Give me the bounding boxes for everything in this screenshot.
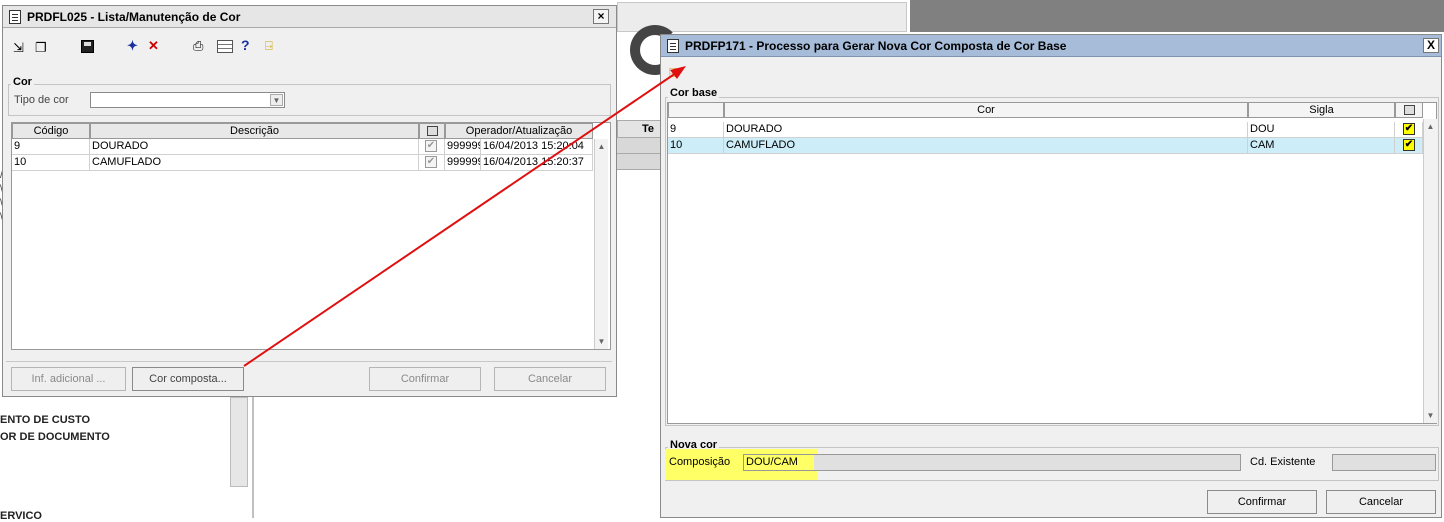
cell-codigo[interactable]: 10 — [12, 155, 90, 171]
cd-existente-label: Cd. Existente — [1250, 456, 1316, 468]
add-icon[interactable]: ✦ — [127, 39, 138, 53]
document-icon — [9, 10, 21, 24]
column-header-check[interactable] — [419, 123, 445, 139]
help-icon[interactable]: ? — [241, 38, 250, 52]
column-header-cor[interactable]: Cor — [724, 102, 1248, 118]
cell-descricao[interactable]: CAMUFLADO — [90, 155, 419, 171]
composicao-input[interactable]: DOU/CAM — [743, 454, 1241, 471]
confirmar-button[interactable]: Confirmar — [1207, 490, 1317, 514]
tipo-de-cor-label: Tipo de cor — [14, 94, 69, 106]
close-button[interactable]: × — [593, 9, 609, 24]
window-title: PRDFP171 - Processo para Gerar Nova Cor … — [685, 39, 1067, 53]
cell-codigo[interactable]: 9 — [668, 122, 724, 138]
grid-icon[interactable] — [217, 40, 233, 53]
tipo-de-cor-select[interactable]: ▼ — [90, 92, 285, 108]
document-icon — [667, 39, 679, 53]
cell-operador[interactable]: 999999 — [445, 139, 481, 155]
scroll-up-icon[interactable]: ▲ — [596, 141, 607, 152]
cancelar-button[interactable]: Cancelar — [494, 367, 606, 391]
grid-scrollbar[interactable]: ▲ ▼ — [1423, 119, 1437, 423]
column-header-descricao[interactable]: Descrição — [90, 123, 419, 139]
door-icon[interactable]: ⍈ — [669, 66, 677, 80]
background-list-item: ENTO DE CUSTO — [0, 414, 91, 426]
exit-icon[interactable]: ⇲ — [13, 41, 24, 55]
background-column-header: Te — [617, 120, 662, 138]
background-left-list: ENTO DE CUSTO OR DE DOCUMENTO ERVICO — [0, 397, 255, 522]
cell-sigla[interactable]: DOU — [1248, 122, 1395, 138]
column-header-codigo[interactable] — [668, 102, 724, 118]
checkbox-header-icon — [1404, 105, 1415, 115]
window-titlebar: PRDFP171 - Processo para Gerar Nova Cor … — [661, 35, 1441, 57]
cell-check[interactable]: ✔ — [1395, 138, 1423, 154]
cell-operador[interactable]: 999999 — [445, 155, 481, 171]
column-header-check[interactable] — [1395, 102, 1423, 118]
door-icon[interactable]: ⍈ — [265, 39, 273, 53]
row-checkbox[interactable]: ✔ — [425, 156, 437, 168]
separator — [6, 361, 612, 362]
confirmar-button[interactable]: Confirmar — [369, 367, 481, 391]
background-scrollbar — [230, 397, 248, 487]
cell-data[interactable]: 16/04/2013 15:20:04 — [481, 139, 593, 155]
cancelar-button[interactable]: Cancelar — [1326, 490, 1436, 514]
cor-base-label: Cor base — [668, 87, 720, 99]
print-icon[interactable]: ⎙ — [193, 39, 203, 53]
background-list-item: ERVICO — [0, 510, 42, 522]
column-header-codigo[interactable]: Código — [12, 123, 90, 139]
save-icon[interactable] — [81, 40, 94, 53]
composicao-label: Composição — [669, 456, 731, 468]
delete-icon[interactable]: ✕ — [148, 39, 159, 53]
grid-scrollbar[interactable]: ▲ ▼ — [594, 139, 608, 349]
cell-check[interactable]: ✔ — [419, 139, 445, 155]
row-checkbox[interactable]: ✔ — [1403, 123, 1415, 135]
row-checkbox[interactable]: ✔ — [425, 140, 437, 152]
cell-cor[interactable]: CAMUFLADO — [724, 138, 1248, 154]
cell-cor[interactable]: DOURADO — [724, 122, 1248, 138]
background-panel — [617, 2, 907, 75]
cell-data[interactable]: 16/04/2013 15:20:37 — [481, 155, 593, 171]
close-button[interactable]: X — [1423, 38, 1439, 53]
window-titlebar: PRDFL025 - Lista/Manutenção de Cor × — [3, 6, 616, 28]
cell-check[interactable]: ✔ — [419, 155, 445, 171]
cell-codigo[interactable]: 9 — [12, 139, 90, 155]
window-title: PRDFL025 - Lista/Manutenção de Cor — [27, 10, 241, 24]
background-grid-strip: Te — [617, 120, 662, 190]
inf-adicional-button[interactable]: Inf. adicional ... — [11, 367, 126, 391]
cor-group-label: Cor — [11, 76, 34, 88]
window-lista-manutencao-cor: PRDFL025 - Lista/Manutenção de Cor × ⇲ ❐… — [2, 5, 617, 397]
chevron-down-icon[interactable]: ▼ — [270, 94, 283, 106]
row-checkbox[interactable]: ✔ — [1403, 139, 1415, 151]
column-header-sigla[interactable]: Sigla — [1248, 102, 1395, 118]
column-header-operador[interactable]: Operador/Atualização — [445, 123, 593, 139]
copy-icon[interactable]: ❐ — [35, 41, 47, 55]
cell-check[interactable]: ✔ — [1395, 122, 1423, 138]
cell-descricao[interactable]: DOURADO — [90, 139, 419, 155]
cor-composta-button[interactable]: Cor composta... — [132, 367, 244, 391]
window-gerar-nova-cor-composta: PRDFP171 - Processo para Gerar Nova Cor … — [660, 34, 1442, 518]
checkbox-header-icon — [427, 126, 438, 136]
composicao-value: DOU/CAM — [744, 455, 814, 470]
scroll-up-icon[interactable]: ▲ — [1425, 121, 1436, 132]
scroll-down-icon[interactable]: ▼ — [596, 336, 607, 347]
background-list-item: OR DE DOCUMENTO — [0, 431, 110, 443]
cd-existente-input[interactable] — [1332, 454, 1436, 471]
cell-codigo[interactable]: 10 — [668, 138, 724, 154]
scroll-down-icon[interactable]: ▼ — [1425, 410, 1436, 421]
background-panel-gray — [910, 0, 1444, 32]
cell-sigla[interactable]: CAM — [1248, 138, 1395, 154]
